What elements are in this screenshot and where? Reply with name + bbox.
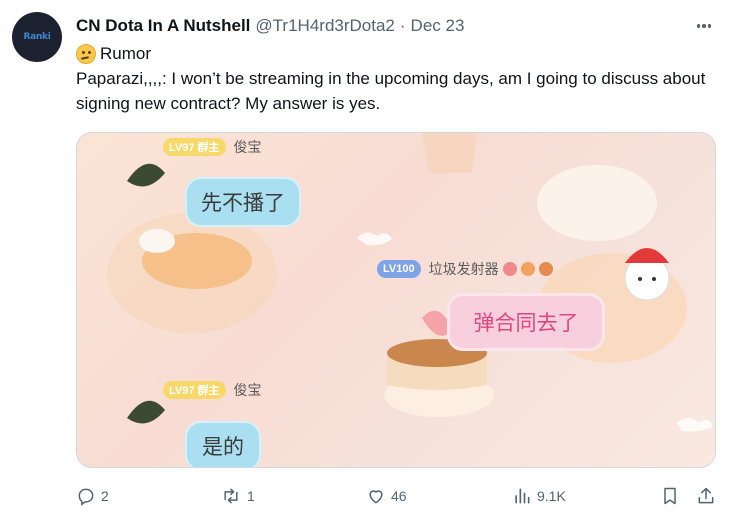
views-icon — [515, 488, 530, 504]
views-count: 9.1K — [537, 488, 566, 504]
avatar-logo-text: Ranki — [23, 32, 51, 42]
medal-icon — [538, 262, 553, 276]
chat-bubble: 先不播了 — [185, 177, 301, 227]
chat-bubble: 是的 — [185, 421, 261, 467]
views-button[interactable]: 9.1K — [512, 482, 566, 510]
level-badge: LV100 — [377, 260, 421, 278]
reply-button[interactable]: 2 — [76, 482, 109, 510]
retweet-count: 1 — [247, 488, 255, 504]
separator-dot: · — [399, 16, 406, 35]
mid-user-tag: LV100 垃圾发射器 — [377, 258, 553, 280]
tweet-actions: 2 1 46 9.1K — [76, 482, 721, 510]
level-badge: LV97 群主 — [163, 381, 226, 399]
avatar[interactable]: Ranki — [12, 12, 62, 62]
bottom-user-tag: LV97 群主 俊宝 — [163, 379, 262, 401]
chat-bubble: 弹合同去了 — [447, 293, 605, 351]
tweet-media-image[interactable]: LV97 群主 俊宝 先不播了 LV100 垃圾发射器 弹合同去了 LV97 群… — [76, 132, 716, 468]
author-handle[interactable]: @Tr1H4rd3rDota2 — [255, 16, 394, 36]
bookmark-icon — [664, 487, 676, 505]
like-button[interactable]: 46 — [366, 482, 407, 510]
share-button[interactable] — [696, 482, 716, 510]
author-name[interactable]: CN Dota In A Nutshell — [76, 16, 250, 36]
like-count: 46 — [391, 488, 407, 504]
media-illustration — [107, 133, 713, 432]
share-icon — [698, 487, 714, 504]
level-badge: LV97 群主 — [163, 138, 226, 156]
bookmark-button[interactable] — [660, 482, 680, 510]
more-icon[interactable] — [692, 14, 716, 38]
reply-icon — [78, 488, 94, 506]
tweet-date[interactable]: Dec 23 — [411, 16, 465, 36]
username: 俊宝 — [233, 140, 262, 156]
reply-count: 2 — [101, 488, 109, 504]
username: 垃圾发射器 — [428, 262, 499, 278]
retweet-icon — [224, 488, 238, 504]
tweet-body: Paparazi,,,,: I won’t be streaming in th… — [76, 69, 706, 113]
thinking-face-icon — [76, 44, 96, 64]
retweet-button[interactable]: 1 — [220, 482, 255, 510]
rumor-label: Rumor — [100, 44, 152, 63]
tweet-header: CN Dota In A Nutshell @Tr1H4rd3rDota2 · … — [76, 14, 694, 38]
medal-icon — [520, 262, 535, 276]
medal-icon — [502, 262, 517, 276]
username: 俊宝 — [233, 383, 262, 399]
top-user-tag: LV97 群主 俊宝 — [163, 136, 262, 158]
rumor-line: Rumor — [76, 42, 151, 66]
heart-icon — [369, 490, 383, 504]
